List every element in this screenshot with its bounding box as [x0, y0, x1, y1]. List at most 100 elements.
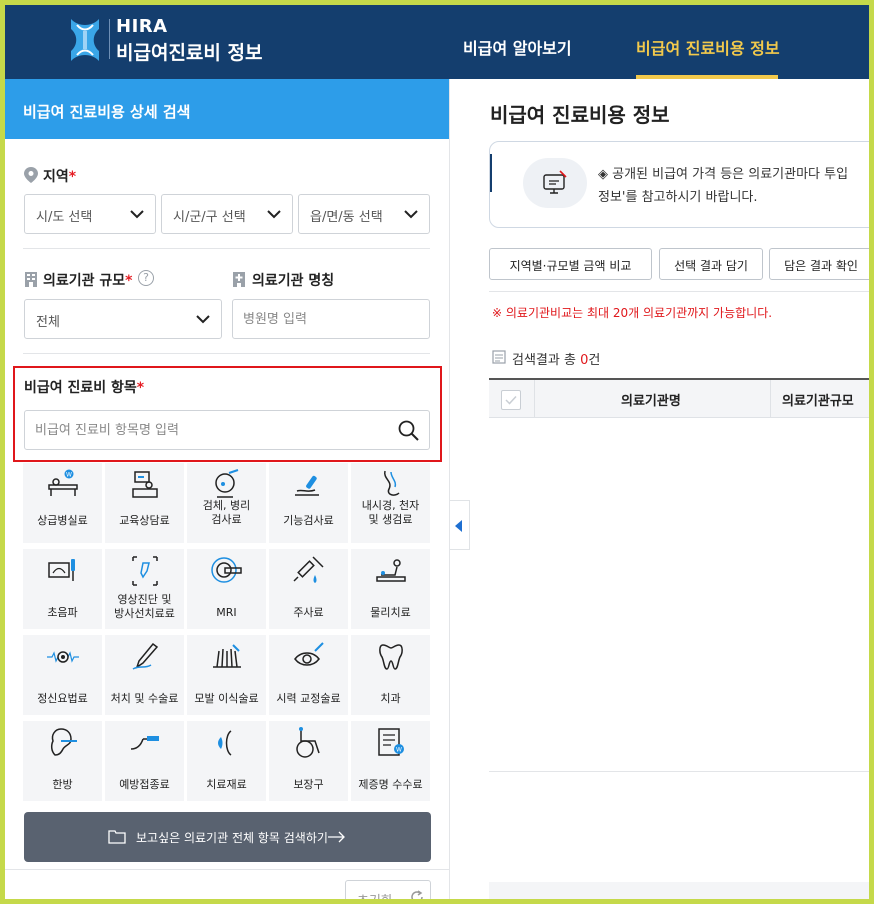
- column-hospital-scale[interactable]: 의료기관규모: [782, 390, 854, 409]
- category-label: 정신요법료: [37, 692, 88, 705]
- page-frame: HIRA 비급여진료비 정보 비급여 알아보기 비급여 진료비용 정보 비급여 …: [5, 5, 869, 899]
- eupmyeondong-select[interactable]: 읍/면/동 선택: [298, 194, 430, 234]
- category-vaccination[interactable]: 예방접종료: [105, 721, 184, 801]
- category-label: 제증명 수수료: [358, 778, 423, 791]
- item-label-text: 비급여 진료비 항목: [24, 380, 137, 396]
- radiology-icon: [132, 556, 158, 586]
- category-psychotherapy[interactable]: 정신요법료: [23, 635, 102, 715]
- column-divider: [770, 380, 771, 418]
- category-radiology[interactable]: 영상진단 및 방사선치료료: [105, 549, 184, 629]
- category-injection[interactable]: 주사료: [269, 549, 348, 629]
- category-treatment-material[interactable]: 치료재료: [187, 721, 266, 801]
- ultrasound-icon: [48, 559, 75, 581]
- svg-text:W: W: [396, 747, 402, 754]
- search-all-items-label: 보고싶은 의료기관 전체 항목 검색하기: [136, 831, 328, 845]
- nav-about-noncovered[interactable]: 비급여 알아보기: [463, 35, 572, 59]
- search-panel-header: 비급여 진료비용 상세 검색: [5, 79, 450, 139]
- section-divider: [23, 248, 430, 249]
- category-physiotherapy[interactable]: 물리치료: [351, 549, 430, 629]
- column-divider: [534, 380, 535, 418]
- search-all-items-button[interactable]: 보고싶은 의료기관 전체 항목 검색하기: [24, 812, 431, 862]
- eupmyeondong-select-value: 읍/면/동 선택: [310, 210, 383, 225]
- compare-limit-note: ※ 의료기관비교는 최대 20개 의료기관까지 가능합니다.: [492, 306, 773, 320]
- column-hospital-name[interactable]: 의료기관명: [621, 390, 681, 409]
- notice-text-line1: ◈ 공개된 비급여 가격 등은 의료기관마다 투입: [598, 167, 849, 182]
- required-mark: *: [125, 273, 133, 289]
- hospital-name-input-box: [232, 299, 430, 339]
- sigungu-select-value: 시/군/구 선택: [173, 210, 246, 225]
- category-mri[interactable]: MRI: [187, 549, 266, 629]
- category-label: 치과: [380, 692, 401, 705]
- panel-separator: [449, 79, 450, 899]
- category-dental[interactable]: 치과: [351, 635, 430, 715]
- category-label: 처치 및 수술료: [110, 692, 179, 705]
- logo-title-bottom: 비급여진료비 정보: [116, 42, 263, 64]
- add-selection-label: 선택 결과 담기: [674, 259, 748, 273]
- result-count: 검색결과 총 0건: [512, 349, 600, 368]
- results-table-bottom: [489, 771, 869, 772]
- syringe-icon: [293, 556, 324, 583]
- category-label: 영상진단 및 방사선치료료: [114, 593, 175, 620]
- category-label: 모발 이식술료: [194, 692, 259, 705]
- category-label: 내시경, 천자 및 생검료: [361, 499, 420, 526]
- wheelchair-icon: [296, 727, 320, 758]
- category-function-test[interactable]: 기능검사료: [269, 463, 348, 543]
- category-endoscopy[interactable]: 내시경, 천자 및 생검료: [351, 463, 430, 543]
- required-mark: *: [68, 169, 77, 185]
- category-certificate-fee[interactable]: W 제증명 수수료: [351, 721, 430, 801]
- chevron-down-icon: [404, 210, 418, 219]
- scale-label-text: 의료기관 규모: [43, 273, 126, 289]
- results-title: 비급여 진료비용 정보: [490, 103, 670, 127]
- category-specimen-pathology[interactable]: 검체, 병리 검사료: [187, 463, 266, 543]
- section-divider: [23, 353, 430, 354]
- scalpel-icon: [132, 642, 159, 670]
- compare-by-region-button[interactable]: 지역별·규모별 금액 비교: [489, 248, 652, 280]
- results-panel: 비급여 진료비용 정보 ◈ 공개된 비급여 가격 등은 의료기관마다 투입 정보…: [470, 79, 869, 899]
- select-all-checkbox[interactable]: [501, 390, 521, 410]
- panel-collapse-toggle[interactable]: [450, 500, 470, 550]
- hospital-name-input[interactable]: [233, 300, 429, 338]
- results-table-header: 의료기관명 의료기관규모: [489, 378, 869, 418]
- category-ultrasound[interactable]: 초음파: [23, 549, 102, 629]
- notice-icon-circle: [523, 158, 587, 208]
- category-assistive-device[interactable]: 보장구: [269, 721, 348, 801]
- category-oriental-medicine[interactable]: 한방: [23, 721, 102, 801]
- folder-icon: [108, 830, 126, 844]
- vaccination-icon: [130, 736, 159, 750]
- function-test-icon: [295, 475, 319, 496]
- certificate-icon: W: [378, 728, 404, 756]
- scale-select[interactable]: 전체: [24, 299, 222, 339]
- hira-logo-icon[interactable]: [68, 17, 102, 63]
- search-icon[interactable]: [398, 420, 419, 441]
- hospital-name-label: 의료기관 명칭: [252, 273, 335, 289]
- compare-by-region-label: 지역별·규모별 금액 비교: [509, 259, 632, 273]
- category-label: 주사료: [293, 606, 324, 619]
- category-hair-transplant[interactable]: 모발 이식술료: [187, 635, 266, 715]
- scale-label: 의료기관 규모*: [43, 270, 132, 290]
- category-label: 기능검사료: [283, 514, 334, 527]
- view-saved-button[interactable]: 담은 결과 확인: [769, 248, 869, 280]
- category-label: 검체, 병리 검사료: [202, 499, 251, 526]
- help-icon[interactable]: ?: [138, 270, 154, 286]
- add-selection-button[interactable]: 선택 결과 담기: [659, 248, 763, 280]
- item-search-input[interactable]: [25, 411, 429, 449]
- category-label: 물리치료: [370, 606, 411, 619]
- sido-select[interactable]: 시/도 선택: [24, 194, 156, 234]
- category-education[interactable]: 교육상담료: [105, 463, 184, 543]
- nav-noncovered-cost-info[interactable]: 비급여 진료비용 정보: [636, 35, 780, 59]
- refresh-icon: [411, 890, 423, 899]
- category-surgery[interactable]: 처치 및 수술료: [105, 635, 184, 715]
- eye-laser-icon: [294, 642, 324, 666]
- category-label: 시력 교정술료: [276, 692, 341, 705]
- category-vision-correction[interactable]: 시력 교정술료: [269, 635, 348, 715]
- monitor-price-icon: [543, 170, 567, 194]
- hospital-name-icon: [233, 272, 245, 287]
- search-panel: 비급여 진료비용 상세 검색 지역* 시/도 선택 시/군/구 선택 읍/면/동…: [5, 79, 450, 899]
- mri-icon: [211, 557, 242, 583]
- sigungu-select[interactable]: 시/군/구 선택: [161, 194, 293, 234]
- view-saved-label: 담은 결과 확인: [784, 259, 858, 273]
- category-premium-room[interactable]: W 상급병실료: [23, 463, 102, 543]
- hair-transplant-icon: [213, 644, 241, 668]
- reset-button[interactable]: 초기화: [345, 880, 431, 899]
- category-label: 교육상담료: [119, 514, 170, 527]
